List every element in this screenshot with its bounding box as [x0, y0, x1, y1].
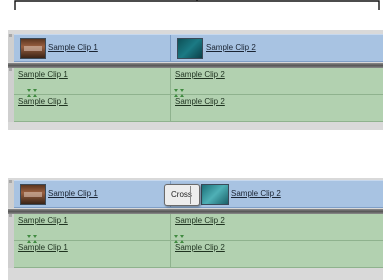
video-track: Sample Clip 1 Sample Clip 2: [14, 34, 383, 62]
audio-clip[interactable]: Sample Clip 2: [171, 214, 381, 240]
clip-label: Sample Clip 1: [48, 43, 98, 52]
clip-label: Sample Clip 2: [175, 216, 225, 225]
audio-clip[interactable]: Sample Clip 1: [14, 95, 171, 121]
video-track: Sample Clip 1 Sample Clip 2 Cross: [14, 180, 383, 208]
audio-clip[interactable]: Sample Clip 2: [171, 241, 381, 267]
stereo-link-icon: [27, 235, 37, 243]
timeline-top: Sample Clip 1 Sample Clip 2 Sample Clip …: [8, 30, 383, 130]
stereo-link-icon: [174, 235, 184, 243]
clip-label: Sample Clip 1: [48, 189, 98, 198]
video-clip[interactable]: Sample Clip 2: [171, 181, 381, 207]
clip-label: Sample Clip 1: [18, 70, 68, 79]
clip-label: Sample Clip 1: [18, 216, 68, 225]
clip-label: Sample Clip 1: [18, 97, 68, 106]
clip-thumbnail: [20, 184, 46, 205]
clip-label: Sample Clip 2: [175, 243, 225, 252]
clip-thumbnail: [177, 38, 203, 59]
clip-label: Sample Clip 2: [175, 70, 225, 79]
transition-label: Cross: [171, 190, 192, 199]
transition-edit-point: [190, 186, 191, 204]
cross-dissolve-transition[interactable]: Cross: [164, 184, 200, 206]
clip-thumbnail: [201, 184, 229, 205]
video-clip[interactable]: Sample Clip 1: [14, 181, 171, 207]
audio-clip[interactable]: Sample Clip 2: [171, 68, 381, 94]
video-clip[interactable]: Sample Clip 1: [14, 35, 171, 61]
clip-label: Sample Clip 1: [18, 243, 68, 252]
video-clip[interactable]: Sample Clip 2: [171, 35, 381, 61]
audio-track: Sample Clip 1 Sample Clip 2: [14, 214, 383, 241]
stereo-link-icon: [174, 89, 184, 97]
audio-track: Sample Clip 1 Sample Clip 2: [14, 95, 383, 122]
clip-thumbnail: [20, 38, 46, 59]
clip-label: Sample Clip 2: [175, 97, 225, 106]
audio-track: Sample Clip 1 Sample Clip 2: [14, 241, 383, 268]
clip-label: Sample Clip 2: [206, 43, 256, 52]
timeline-bottom: Sample Clip 1 Sample Clip 2 Cross Sample…: [8, 178, 383, 280]
audio-clip[interactable]: Sample Clip 1: [14, 241, 171, 267]
audio-track: Sample Clip 1 Sample Clip 2: [14, 68, 383, 95]
stereo-link-icon: [27, 89, 37, 97]
selection-bracket: [14, 0, 380, 10]
audio-clip[interactable]: Sample Clip 2: [171, 95, 381, 121]
clip-label: Sample Clip 2: [231, 189, 281, 198]
